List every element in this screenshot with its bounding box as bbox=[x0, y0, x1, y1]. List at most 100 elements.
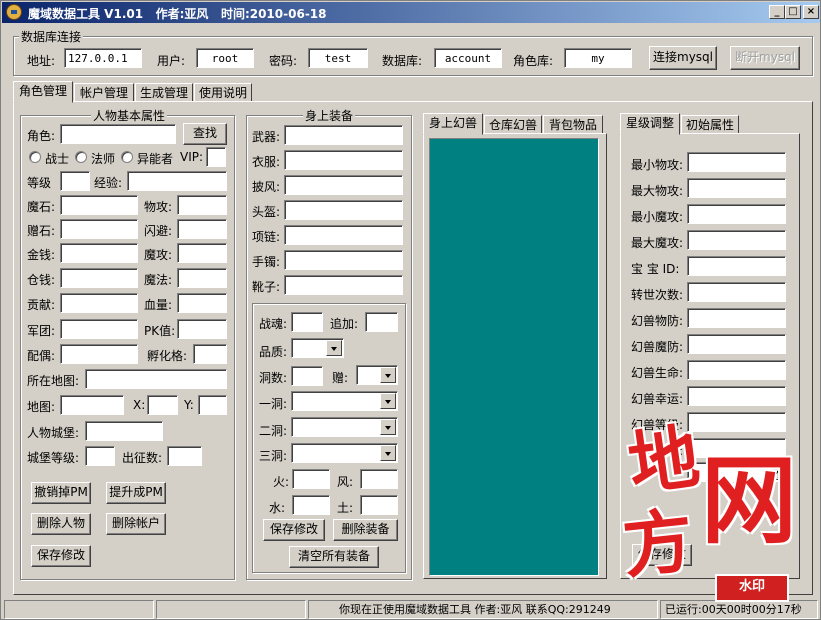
exp-label: 经验: bbox=[94, 176, 123, 190]
pet-pdef-input[interactable] bbox=[687, 308, 786, 328]
castle-level-label: 城堡等级: bbox=[27, 451, 80, 465]
pet-list[interactable] bbox=[429, 138, 599, 576]
disconnect-mysql-button[interactable]: 断开mysql bbox=[730, 46, 800, 70]
earth-input[interactable] bbox=[360, 495, 398, 515]
zstone-input[interactable] bbox=[60, 219, 138, 239]
hatch-input[interactable] bbox=[193, 344, 227, 364]
boots-input[interactable] bbox=[284, 275, 403, 295]
radio-mage[interactable] bbox=[75, 151, 87, 163]
castle-level-input[interactable] bbox=[85, 446, 115, 466]
legion-input[interactable] bbox=[60, 319, 138, 339]
title-bar[interactable]: 魔域数据工具 V1.01 作者:亚风 时间:2010-06-18 _ □ × bbox=[2, 2, 820, 23]
delete-equip-button[interactable]: 删除装备 bbox=[333, 519, 398, 541]
pet-level-input[interactable] bbox=[687, 412, 786, 432]
hole3-select[interactable] bbox=[291, 443, 398, 463]
addr-input[interactable]: 127.0.0.1 bbox=[64, 48, 142, 68]
water-input[interactable] bbox=[292, 495, 330, 515]
tab-star-adjust[interactable]: 星级调整 bbox=[620, 113, 680, 135]
min-mattack-input[interactable] bbox=[687, 204, 786, 224]
hole2-select[interactable] bbox=[291, 417, 398, 437]
min-pattack-input[interactable] bbox=[687, 152, 786, 172]
tab-usage-guide[interactable]: 使用说明 bbox=[194, 83, 252, 103]
expedition-input[interactable] bbox=[167, 446, 202, 466]
helmet-input[interactable] bbox=[284, 200, 403, 220]
gold-input[interactable] bbox=[60, 243, 138, 263]
pattack-input[interactable] bbox=[177, 195, 227, 215]
password-input[interactable]: test bbox=[308, 48, 368, 68]
max-mattack-input[interactable] bbox=[687, 230, 786, 250]
y-input[interactable] bbox=[198, 395, 227, 415]
fire-input[interactable] bbox=[292, 469, 330, 489]
delete-role-button[interactable]: 删除人物 bbox=[31, 513, 91, 535]
tab-bag-items[interactable]: 背包物品 bbox=[543, 115, 603, 135]
mostone-input[interactable] bbox=[60, 195, 138, 215]
connect-mysql-button[interactable]: 连接mysql bbox=[649, 46, 717, 70]
role-input[interactable] bbox=[60, 124, 176, 144]
holes-label: 洞数: bbox=[259, 371, 288, 385]
x-input[interactable] bbox=[147, 395, 178, 415]
max-pattack-input[interactable] bbox=[687, 178, 786, 198]
chevron-down-icon[interactable] bbox=[380, 367, 396, 383]
pk-input[interactable] bbox=[177, 319, 227, 339]
tab-generate-management[interactable]: 生成管理 bbox=[135, 83, 193, 103]
tab-role-management[interactable]: 角色管理 bbox=[13, 81, 73, 103]
chevron-down-icon[interactable] bbox=[380, 419, 396, 435]
mapid-input[interactable] bbox=[60, 395, 124, 415]
vip-input[interactable] bbox=[206, 147, 226, 167]
mattack-input[interactable] bbox=[177, 243, 227, 263]
map-input[interactable] bbox=[85, 369, 227, 389]
spouse-input[interactable] bbox=[60, 344, 138, 364]
cape-input[interactable] bbox=[284, 175, 403, 195]
chevron-down-icon[interactable] bbox=[380, 393, 396, 409]
close-button[interactable]: × bbox=[803, 5, 819, 19]
soul-input[interactable] bbox=[291, 312, 323, 332]
rolelib-input[interactable]: my bbox=[564, 48, 632, 68]
status-cell-2 bbox=[156, 600, 306, 619]
tab-storage-pets[interactable]: 仓库幻兽 bbox=[484, 115, 542, 135]
pk-label: PK值: bbox=[144, 324, 176, 338]
quality-select[interactable] bbox=[291, 338, 344, 358]
tab-initial-attributes[interactable]: 初始属性 bbox=[681, 115, 739, 135]
tab-worn-pets[interactable]: 身上幻兽 bbox=[423, 113, 483, 135]
level-input[interactable] bbox=[60, 171, 90, 191]
weapon-input[interactable] bbox=[284, 125, 403, 145]
storage-input[interactable] bbox=[60, 268, 138, 288]
delete-account-button[interactable]: 删除帐户 bbox=[106, 513, 166, 535]
contrib-input[interactable] bbox=[60, 293, 138, 313]
promote-pm-button[interactable]: 提升成PM bbox=[106, 482, 166, 504]
find-button[interactable]: 查找 bbox=[183, 123, 227, 145]
pattack-label: 物攻: bbox=[144, 200, 173, 214]
holes-input[interactable] bbox=[291, 366, 323, 386]
save-equip-button[interactable]: 保存修改 bbox=[263, 519, 325, 541]
hp-input[interactable] bbox=[177, 293, 227, 313]
clear-all-equip-button[interactable]: 清空所有装备 bbox=[289, 546, 379, 568]
chevron-down-icon[interactable] bbox=[326, 340, 342, 356]
cancel-pm-button[interactable]: 撤销掉PM bbox=[31, 482, 91, 504]
pet-hp-input[interactable] bbox=[687, 360, 786, 380]
minimize-button[interactable]: _ bbox=[769, 5, 785, 19]
exp-input[interactable] bbox=[127, 171, 227, 191]
hole1-select[interactable] bbox=[291, 391, 398, 411]
armor-input[interactable] bbox=[284, 150, 403, 170]
pet-mdef-input[interactable] bbox=[687, 334, 786, 354]
pet-id-input[interactable] bbox=[687, 256, 786, 276]
user-input[interactable]: root bbox=[196, 48, 254, 68]
wind-input[interactable] bbox=[360, 469, 398, 489]
add-input[interactable] bbox=[365, 312, 398, 332]
radio-esper[interactable] bbox=[121, 151, 133, 163]
necklace-input[interactable] bbox=[284, 225, 403, 245]
castle-input[interactable] bbox=[85, 421, 163, 441]
database-input[interactable]: account bbox=[434, 48, 502, 68]
pet-luck-input[interactable] bbox=[687, 386, 786, 406]
magic-input[interactable] bbox=[177, 268, 227, 288]
rebirth-input[interactable] bbox=[687, 282, 786, 302]
tab-account-management[interactable]: 帐户管理 bbox=[74, 83, 134, 103]
radio-warrior[interactable] bbox=[29, 151, 41, 163]
hp-label: 血量: bbox=[144, 298, 173, 312]
save-basic-button[interactable]: 保存修改 bbox=[31, 545, 91, 567]
bracelet-input[interactable] bbox=[284, 250, 403, 270]
chevron-down-icon[interactable] bbox=[380, 445, 396, 461]
gift-select[interactable] bbox=[356, 365, 398, 385]
dodge-input[interactable] bbox=[177, 219, 227, 239]
maximize-button[interactable]: □ bbox=[785, 5, 801, 19]
